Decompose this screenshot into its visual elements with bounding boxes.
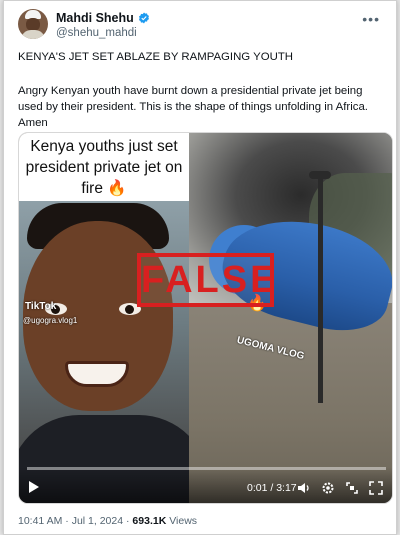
video-left-panel: Kenya youths just set president private …	[19, 133, 189, 503]
tweet-header: Mahdi Shehu @shehu_mahdi •••	[18, 9, 386, 43]
settings-gear-icon[interactable]	[321, 481, 335, 495]
video-progress-bar[interactable]	[27, 467, 386, 470]
tweet-meta: 10:41 AM · Jul 1, 2024 · 693.1K Views	[18, 515, 198, 527]
verified-badge-icon	[138, 12, 149, 24]
volume-icon[interactable]	[297, 481, 311, 495]
avatar[interactable]	[18, 9, 48, 39]
play-icon[interactable]	[29, 481, 39, 493]
false-fact-check-stamp: FALSE	[137, 253, 275, 307]
tweet-timestamp[interactable]: 10:41 AM · Jul 1, 2024	[18, 515, 123, 527]
pip-icon[interactable]	[345, 481, 359, 495]
video-overlay-caption: Kenya youths just set president private …	[19, 133, 189, 201]
tiktok-label: TikTok	[25, 301, 57, 312]
tweet-card: Mahdi Shehu @shehu_mahdi ••• KENYA'S JET…	[3, 0, 397, 535]
tiktok-username: @ugogra.vlog1	[23, 316, 78, 325]
fire-emoji-icon: 🔥	[107, 180, 127, 197]
author-handle[interactable]: @shehu_mahdi	[56, 27, 137, 39]
post-body: Angry Kenyan youth have burnt down a pre…	[18, 85, 368, 129]
author-display-name[interactable]: Mahdi Shehu	[56, 11, 134, 25]
video-player[interactable]: Kenya youths just set president private …	[18, 132, 393, 504]
more-options-icon[interactable]: •••	[362, 11, 380, 27]
post-headline: KENYA'S JET SET ABLAZE BY RAMPAGING YOUT…	[18, 51, 293, 63]
video-time: 0:01 / 3:17	[247, 482, 297, 494]
fullscreen-icon[interactable]	[369, 481, 383, 495]
author-name-row: Mahdi Shehu	[56, 11, 150, 25]
views-label: Views	[169, 515, 198, 527]
video-controls	[19, 467, 392, 503]
video-right-panel: 🔥 UGOMA VLOG	[189, 133, 392, 503]
views-count: 693.1K	[132, 515, 167, 527]
